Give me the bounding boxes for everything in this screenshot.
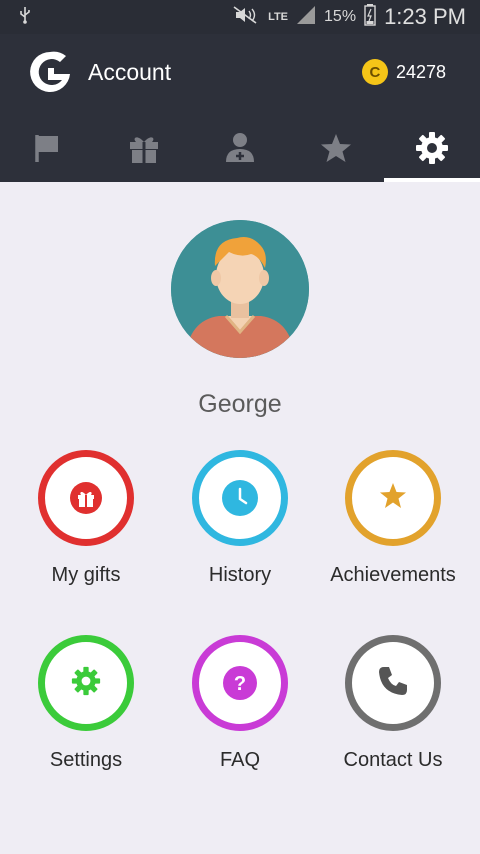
coin-icon: C [361, 59, 388, 85]
star-icon [321, 134, 351, 162]
coin-count: 24278 [395, 61, 446, 82]
app-logo[interactable] [26, 48, 74, 96]
clock: 1:23 PM [384, 4, 466, 29]
signal-icon [296, 5, 316, 30]
usb-icon [18, 6, 32, 29]
my-gifts-button[interactable]: My gifts [11, 450, 161, 587]
contact-us-ring [345, 635, 441, 731]
title-row: Account C 24278 [26, 44, 446, 100]
gear-icon [71, 666, 101, 701]
coin-balance[interactable]: C 24278 [361, 59, 446, 85]
flag-icon [35, 135, 58, 162]
my-gifts-ring [38, 450, 134, 546]
app-header: Account C 24278 [0, 34, 480, 182]
faq-label: FAQ [219, 749, 260, 771]
settings-label: Settings [49, 749, 123, 771]
question-icon: ? [223, 666, 257, 700]
battery-percent: 15% [324, 8, 357, 25]
star-icon [378, 481, 408, 516]
tab-gifts[interactable] [96, 114, 192, 182]
svg-text:?: ? [234, 673, 246, 695]
contact-us-button[interactable]: Contact Us [318, 635, 468, 772]
network-type: LTE [268, 11, 289, 23]
account-content: George My gifts History Achievements Set… [0, 182, 480, 854]
mute-icon [232, 5, 260, 29]
achievements-label: Achievements [330, 564, 456, 586]
avatar-illustration [171, 220, 309, 358]
tab-settings[interactable] [384, 114, 480, 182]
my-gifts-label: My gifts [51, 564, 121, 586]
history-label: History [208, 564, 272, 586]
gift-icon [130, 137, 158, 163]
clock-icon [222, 480, 258, 516]
avatar[interactable] [171, 220, 309, 358]
gift-icon [70, 482, 102, 514]
history-button[interactable]: History [165, 450, 315, 587]
phone-icon [376, 664, 410, 703]
tab-bar [0, 114, 480, 182]
tab-achievements[interactable] [288, 114, 384, 182]
page-title: Account [88, 58, 172, 85]
history-ring [192, 450, 288, 546]
contact-us-label: Contact Us [343, 749, 443, 771]
tab-add-friend[interactable] [192, 114, 288, 182]
settings-button[interactable]: Settings [11, 635, 161, 772]
profile-name: George [198, 390, 282, 418]
achievements-ring [345, 450, 441, 546]
faq-button[interactable]: ? FAQ [165, 635, 315, 772]
achievements-button[interactable]: Achievements [318, 450, 468, 587]
battery-icon [364, 3, 376, 31]
settings-ring [38, 635, 134, 731]
faq-ring: ? [192, 635, 288, 731]
add-friend-icon [226, 133, 254, 162]
status-bar: LTE 15% 1:23 PM [0, 0, 480, 34]
tab-flag[interactable] [0, 114, 96, 182]
gear-icon [416, 132, 448, 164]
